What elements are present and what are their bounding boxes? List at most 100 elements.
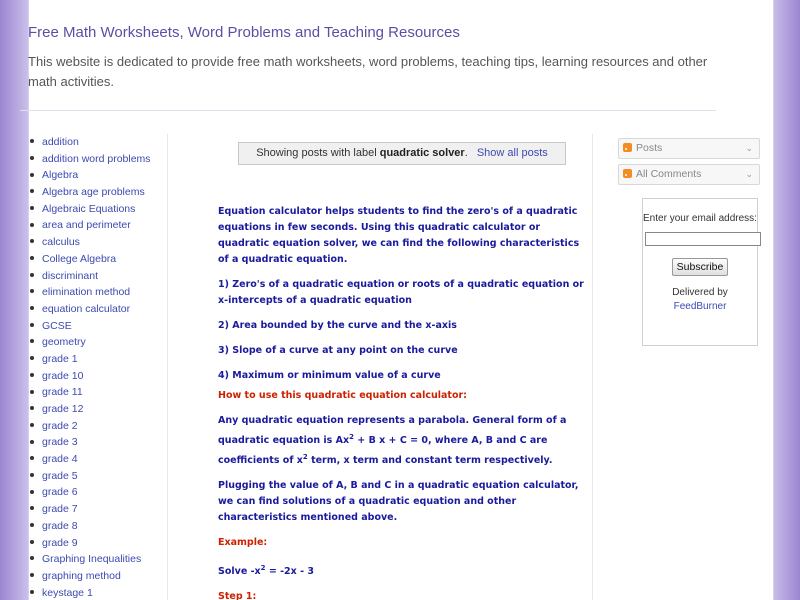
label-list-item[interactable]: geometry bbox=[28, 334, 188, 351]
text-fragment: term, x term and constant term respectiv… bbox=[307, 455, 553, 467]
label-filter-prefix: Showing posts with label bbox=[256, 147, 377, 159]
label-list-item[interactable]: calculus bbox=[28, 234, 188, 251]
bullet-icon bbox=[30, 589, 34, 594]
site-description: This website is dedicated to provide fre… bbox=[28, 54, 708, 89]
post-paragraph: Any quadratic equation represents a para… bbox=[218, 413, 590, 469]
bullet-icon bbox=[30, 556, 34, 561]
label-list-item[interactable]: grade 1 bbox=[28, 351, 188, 368]
label-link[interactable]: graphing method bbox=[42, 570, 121, 582]
label-link[interactable]: grade 8 bbox=[42, 520, 78, 532]
label-list-item[interactable]: Algebra bbox=[28, 167, 188, 184]
label-list-item[interactable]: grade 5 bbox=[28, 468, 188, 485]
label-link[interactable]: keystage 1 bbox=[42, 587, 93, 599]
column-divider-right bbox=[592, 134, 593, 600]
email-field[interactable] bbox=[645, 232, 761, 246]
bullet-icon bbox=[30, 189, 34, 194]
label-link[interactable]: Graphing Inequalities bbox=[42, 553, 141, 565]
bullet-icon bbox=[30, 539, 34, 544]
posts-feed-label: Posts bbox=[636, 142, 663, 154]
bullet-icon bbox=[30, 422, 34, 427]
label-link[interactable]: grade 7 bbox=[42, 503, 78, 515]
label-list-item[interactable]: elimination method bbox=[28, 284, 188, 301]
label-link[interactable]: GCSE bbox=[42, 320, 72, 332]
label-list-item[interactable]: grade 11 bbox=[28, 384, 188, 401]
label-link[interactable]: calculus bbox=[42, 236, 80, 248]
label-list-item[interactable]: Graphing Inequalities bbox=[28, 551, 188, 568]
label-link[interactable]: grade 6 bbox=[42, 486, 78, 498]
label-link[interactable]: grade 5 bbox=[42, 470, 78, 482]
label-list-item[interactable]: grade 6 bbox=[28, 484, 188, 501]
label-link[interactable]: Algebraic Equations bbox=[42, 203, 135, 215]
bullet-icon bbox=[30, 239, 34, 244]
bullet-icon bbox=[30, 205, 34, 210]
post-paragraph: 1) Zero's of a quadratic equation or roo… bbox=[218, 279, 584, 306]
label-list-item[interactable]: College Algebra bbox=[28, 251, 188, 268]
label-link[interactable]: addition word problems bbox=[42, 153, 151, 165]
delivered-by-label: Delivered by bbox=[672, 287, 728, 298]
label-list-item[interactable]: grade 12 bbox=[28, 401, 188, 418]
bullet-icon bbox=[30, 573, 34, 578]
rss-icon bbox=[623, 143, 632, 152]
label-link[interactable]: Algebra bbox=[42, 169, 78, 181]
label-link[interactable]: geometry bbox=[42, 336, 86, 348]
label-link[interactable]: grade 12 bbox=[42, 403, 83, 415]
feedburner-link[interactable]: FeedBurner bbox=[643, 300, 757, 314]
label-link[interactable]: elimination method bbox=[42, 286, 130, 298]
label-link[interactable]: Algebra age problems bbox=[42, 186, 145, 198]
text-fragment: = -2x - 3 bbox=[265, 566, 314, 578]
subscribe-button[interactable]: Subscribe bbox=[671, 258, 729, 276]
label-list-item[interactable]: grade 2 bbox=[28, 418, 188, 435]
label-list-item[interactable]: grade 7 bbox=[28, 501, 188, 518]
label-link[interactable]: discriminant bbox=[42, 270, 98, 282]
post-paragraph: Plugging the value of A, B and C in a qu… bbox=[218, 480, 579, 524]
bullet-icon bbox=[30, 389, 34, 394]
post-body: Equation calculator helps students to fi… bbox=[218, 204, 590, 600]
bullet-icon bbox=[30, 289, 34, 294]
bullet-icon bbox=[30, 322, 34, 327]
bullet-icon bbox=[30, 222, 34, 227]
label-list-item[interactable]: keystage 1 bbox=[28, 585, 188, 600]
bullet-icon bbox=[30, 456, 34, 461]
column-divider-left bbox=[167, 134, 168, 600]
post-paragraph: 2) Area bounded by the curve and the x-a… bbox=[218, 320, 457, 331]
label-link[interactable]: grade 11 bbox=[42, 386, 83, 398]
bullet-icon bbox=[30, 506, 34, 511]
label-list-item[interactable]: grade 8 bbox=[28, 518, 188, 535]
label-link[interactable]: grade 4 bbox=[42, 453, 78, 465]
label-link[interactable]: equation calculator bbox=[42, 303, 130, 315]
label-link[interactable]: addition bbox=[42, 136, 79, 148]
label-link[interactable]: grade 9 bbox=[42, 537, 78, 549]
label-list-item[interactable]: Algebraic Equations bbox=[28, 201, 188, 218]
bullet-icon bbox=[30, 472, 34, 477]
step-heading: Step 1: bbox=[218, 591, 257, 600]
label-list-item[interactable]: Algebra age problems bbox=[28, 184, 188, 201]
label-link[interactable]: grade 2 bbox=[42, 420, 78, 432]
post-paragraph: 4) Maximum or minimum value of a curve bbox=[218, 370, 441, 381]
label-link[interactable]: grade 10 bbox=[42, 370, 83, 382]
label-list-item[interactable]: grade 9 bbox=[28, 535, 188, 552]
label-list-item[interactable]: GCSE bbox=[28, 318, 188, 335]
label-list-item[interactable]: grade 10 bbox=[28, 368, 188, 385]
bullet-icon bbox=[30, 339, 34, 344]
label-list-item[interactable]: area and perimeter bbox=[28, 217, 188, 234]
label-link[interactable]: area and perimeter bbox=[42, 219, 131, 231]
posts-feed-button[interactable]: Posts ⌄ bbox=[618, 138, 760, 159]
how-to-heading: How to use this quadratic equation calcu… bbox=[218, 390, 467, 401]
label-list-item[interactable]: addition bbox=[28, 134, 188, 151]
comments-feed-label: All Comments bbox=[636, 168, 702, 180]
bullet-icon bbox=[30, 439, 34, 444]
label-link[interactable]: College Algebra bbox=[42, 253, 116, 265]
label-list-item[interactable]: discriminant bbox=[28, 268, 188, 285]
text-fragment: Solve -x bbox=[218, 566, 261, 578]
comments-feed-button[interactable]: All Comments ⌄ bbox=[618, 164, 760, 185]
bullet-icon bbox=[30, 139, 34, 144]
label-list-item[interactable]: grade 4 bbox=[28, 451, 188, 468]
label-list-item[interactable]: grade 3 bbox=[28, 434, 188, 451]
site-title[interactable]: Free Math Worksheets, Word Problems and … bbox=[28, 24, 718, 41]
label-link[interactable]: grade 3 bbox=[42, 436, 78, 448]
show-all-posts-link[interactable]: Show all posts bbox=[477, 147, 548, 159]
label-list-item[interactable]: graphing method bbox=[28, 568, 188, 585]
label-list-item[interactable]: addition word problems bbox=[28, 151, 188, 168]
label-list-item[interactable]: equation calculator bbox=[28, 301, 188, 318]
label-link[interactable]: grade 1 bbox=[42, 353, 78, 365]
